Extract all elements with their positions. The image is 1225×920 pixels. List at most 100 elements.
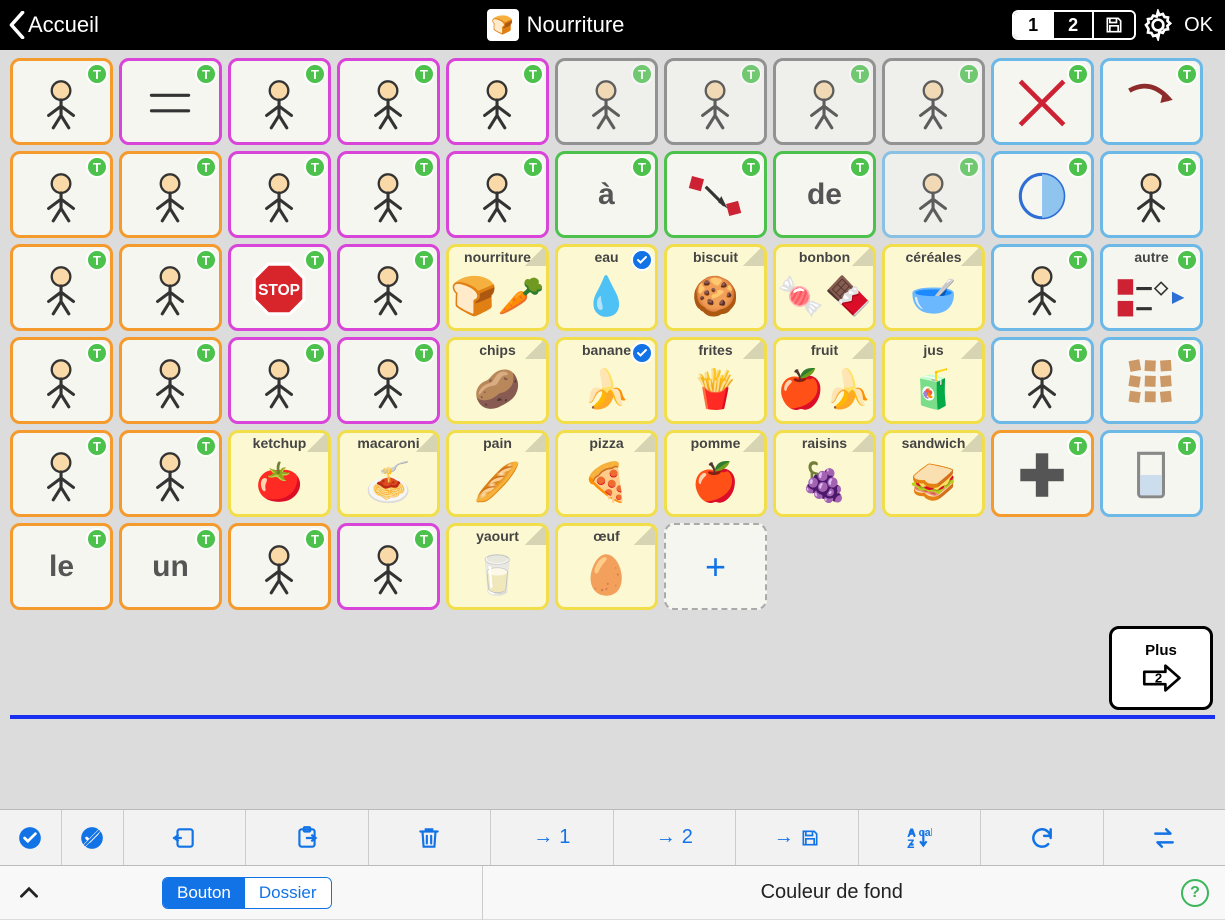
cell-raisins[interactable]: raisins🍇 <box>773 430 876 517</box>
goto-save-button[interactable]: → <box>736 810 859 865</box>
cell-avec[interactable]: avecT <box>664 151 767 238</box>
cell-apr-s[interactable]: aprèsT <box>991 151 1094 238</box>
add-cell-button[interactable]: + <box>664 523 767 610</box>
page-seg-2[interactable]: 2 <box>1054 12 1094 38</box>
delete-button[interactable] <box>369 810 492 865</box>
cell-label: yaourt <box>476 528 519 544</box>
cell-pizza[interactable]: pizza🍕 <box>555 430 658 517</box>
cell--tre[interactable]: êtreT <box>119 58 222 145</box>
cell-frites[interactable]: frites🍟 <box>664 337 767 424</box>
cell-mal[interactable]: malT <box>991 337 1094 424</box>
cell-o-[interactable]: oùT <box>773 58 876 145</box>
cell-bonbon[interactable]: bonbon🍬🍫 <box>773 244 876 331</box>
cell-ketchup[interactable]: ketchup🍅 <box>228 430 331 517</box>
cell-biscuit[interactable]: biscuit🍪 <box>664 244 767 331</box>
cell-vous[interactable]: vousT <box>228 523 331 610</box>
cell-faire[interactable]: faireT <box>337 58 440 145</box>
cell-label: pomme <box>691 435 741 451</box>
seg-folder[interactable]: Dossier <box>245 878 331 908</box>
cell-jus[interactable]: jus🧃 <box>882 337 985 424</box>
cell-tout[interactable]: toutT <box>1100 337 1203 424</box>
symbol-icon: 🍪 <box>667 265 764 328</box>
cell-arr-ter[interactable]: arrêterSTOPT <box>228 244 331 331</box>
goto-page-2-button[interactable]: →2 <box>614 810 737 865</box>
t-badge-icon: T <box>304 63 326 85</box>
cell-maintenant[interactable]: maintenantT <box>882 151 985 238</box>
cell-quelque[interactable]: quelqueT <box>1100 430 1203 517</box>
page-seg-save[interactable] <box>1094 12 1134 38</box>
cell-vouloir[interactable]: vouloirT <box>228 58 331 145</box>
cell-aimer[interactable]: aimerT <box>337 151 440 238</box>
seg-button[interactable]: Bouton <box>163 878 245 908</box>
cell--uf[interactable]: œuf🥚 <box>555 523 658 610</box>
select-all-button[interactable] <box>0 810 62 865</box>
cell--a[interactable]: çaT <box>10 337 113 424</box>
cell-qui[interactable]: quiT <box>882 58 985 145</box>
cell-pomme[interactable]: pomme🍎 <box>664 430 767 517</box>
cell--[interactable]: àT <box>555 151 658 238</box>
cell-ils[interactable]: ilsT <box>10 430 113 517</box>
cell-pourquoi[interactable]: pourquoiT <box>555 58 658 145</box>
gear-icon[interactable] <box>1142 9 1174 41</box>
cell-et[interactable]: etT <box>991 430 1094 517</box>
cell-pain[interactable]: pain🥖 <box>446 430 549 517</box>
cell-nous[interactable]: nousT <box>119 151 222 238</box>
cell-pas[interactable]: pasT <box>991 58 1094 145</box>
cell-chips[interactable]: chips🥔 <box>446 337 549 424</box>
cell-eau[interactable]: eau💧 <box>555 244 658 331</box>
refresh-button[interactable] <box>981 810 1104 865</box>
cell-de[interactable]: deT <box>773 151 876 238</box>
selection-divider <box>10 715 1215 719</box>
ok-button[interactable]: OK <box>1184 14 1213 37</box>
t-badge-icon: T <box>413 156 435 178</box>
chevron-up-icon[interactable] <box>16 880 42 906</box>
cell-autre[interactable]: autreT <box>1100 244 1203 331</box>
svg-text:2: 2 <box>1155 670 1162 685</box>
background-color-label[interactable]: Couleur de fond <box>483 881 1181 904</box>
cell-c-est-fini[interactable]: c'est finiT <box>1100 151 1203 238</box>
cell-boire[interactable]: boireT <box>228 337 331 424</box>
cell-c-r-ales[interactable]: céréales🥣 <box>882 244 985 331</box>
cell-fruit[interactable]: fruit🍎🍌 <box>773 337 876 424</box>
cell-le[interactable]: leT <box>10 523 113 610</box>
copy-button[interactable] <box>124 810 247 865</box>
paste-button[interactable] <box>246 810 369 865</box>
cell-elle[interactable]: elleT <box>119 244 222 331</box>
cell-pouvoir[interactable]: pouvoirT <box>228 151 331 238</box>
cell-sandwich[interactable]: sandwich🥪 <box>882 430 985 517</box>
cell-go-ter[interactable]: goûterT <box>337 244 440 331</box>
t-badge-icon: T <box>958 63 980 85</box>
symbol-icon: 🥔 <box>449 358 546 421</box>
cell-macaroni[interactable]: macaroni🍝 <box>337 430 440 517</box>
cell-tu[interactable]: tuT <box>10 151 113 238</box>
more-label: Plus <box>1145 642 1177 659</box>
back-button[interactable]: Accueil <box>8 11 99 39</box>
cell-aider[interactable]: aiderT <box>337 337 440 424</box>
cell-elles[interactable]: ellesT <box>119 430 222 517</box>
more-page-button[interactable]: Plus 2 <box>1109 626 1213 710</box>
sort-button[interactable]: A calibrationAZ <box>859 810 982 865</box>
page-switcher: 1 2 <box>1012 10 1136 40</box>
cell-manger[interactable]: mangerT <box>337 523 440 610</box>
cell-bien[interactable]: bienT <box>991 244 1094 331</box>
cell-il[interactable]: ilT <box>10 244 113 331</box>
cell-je[interactable]: jeT <box>10 58 113 145</box>
cell-avoir[interactable]: avoirT <box>446 58 549 145</box>
swap-button[interactable] <box>1104 810 1225 865</box>
cell-ce[interactable]: ceT <box>119 337 222 424</box>
deselect-all-button[interactable] <box>62 810 124 865</box>
cell-encore[interactable]: encoreT <box>1100 58 1203 145</box>
t-badge-icon: T <box>195 528 217 550</box>
t-badge-icon: T <box>86 342 108 364</box>
t-badge-icon: T <box>1176 342 1198 364</box>
cell-avoir-besoin[interactable]: avoir besoinT <box>446 151 549 238</box>
cell-un[interactable]: unT <box>119 523 222 610</box>
cell-yaourt[interactable]: yaourt🥛 <box>446 523 549 610</box>
cell-quoi[interactable]: quoiT <box>664 58 767 145</box>
help-button[interactable]: ? <box>1181 879 1209 907</box>
goto-page-1-button[interactable]: →1 <box>491 810 614 865</box>
cell-nourriture[interactable]: nourriture🍞🥕 <box>446 244 549 331</box>
t-badge-icon: T <box>1067 156 1089 178</box>
page-seg-1[interactable]: 1 <box>1014 12 1054 38</box>
cell-banane[interactable]: banane🍌 <box>555 337 658 424</box>
